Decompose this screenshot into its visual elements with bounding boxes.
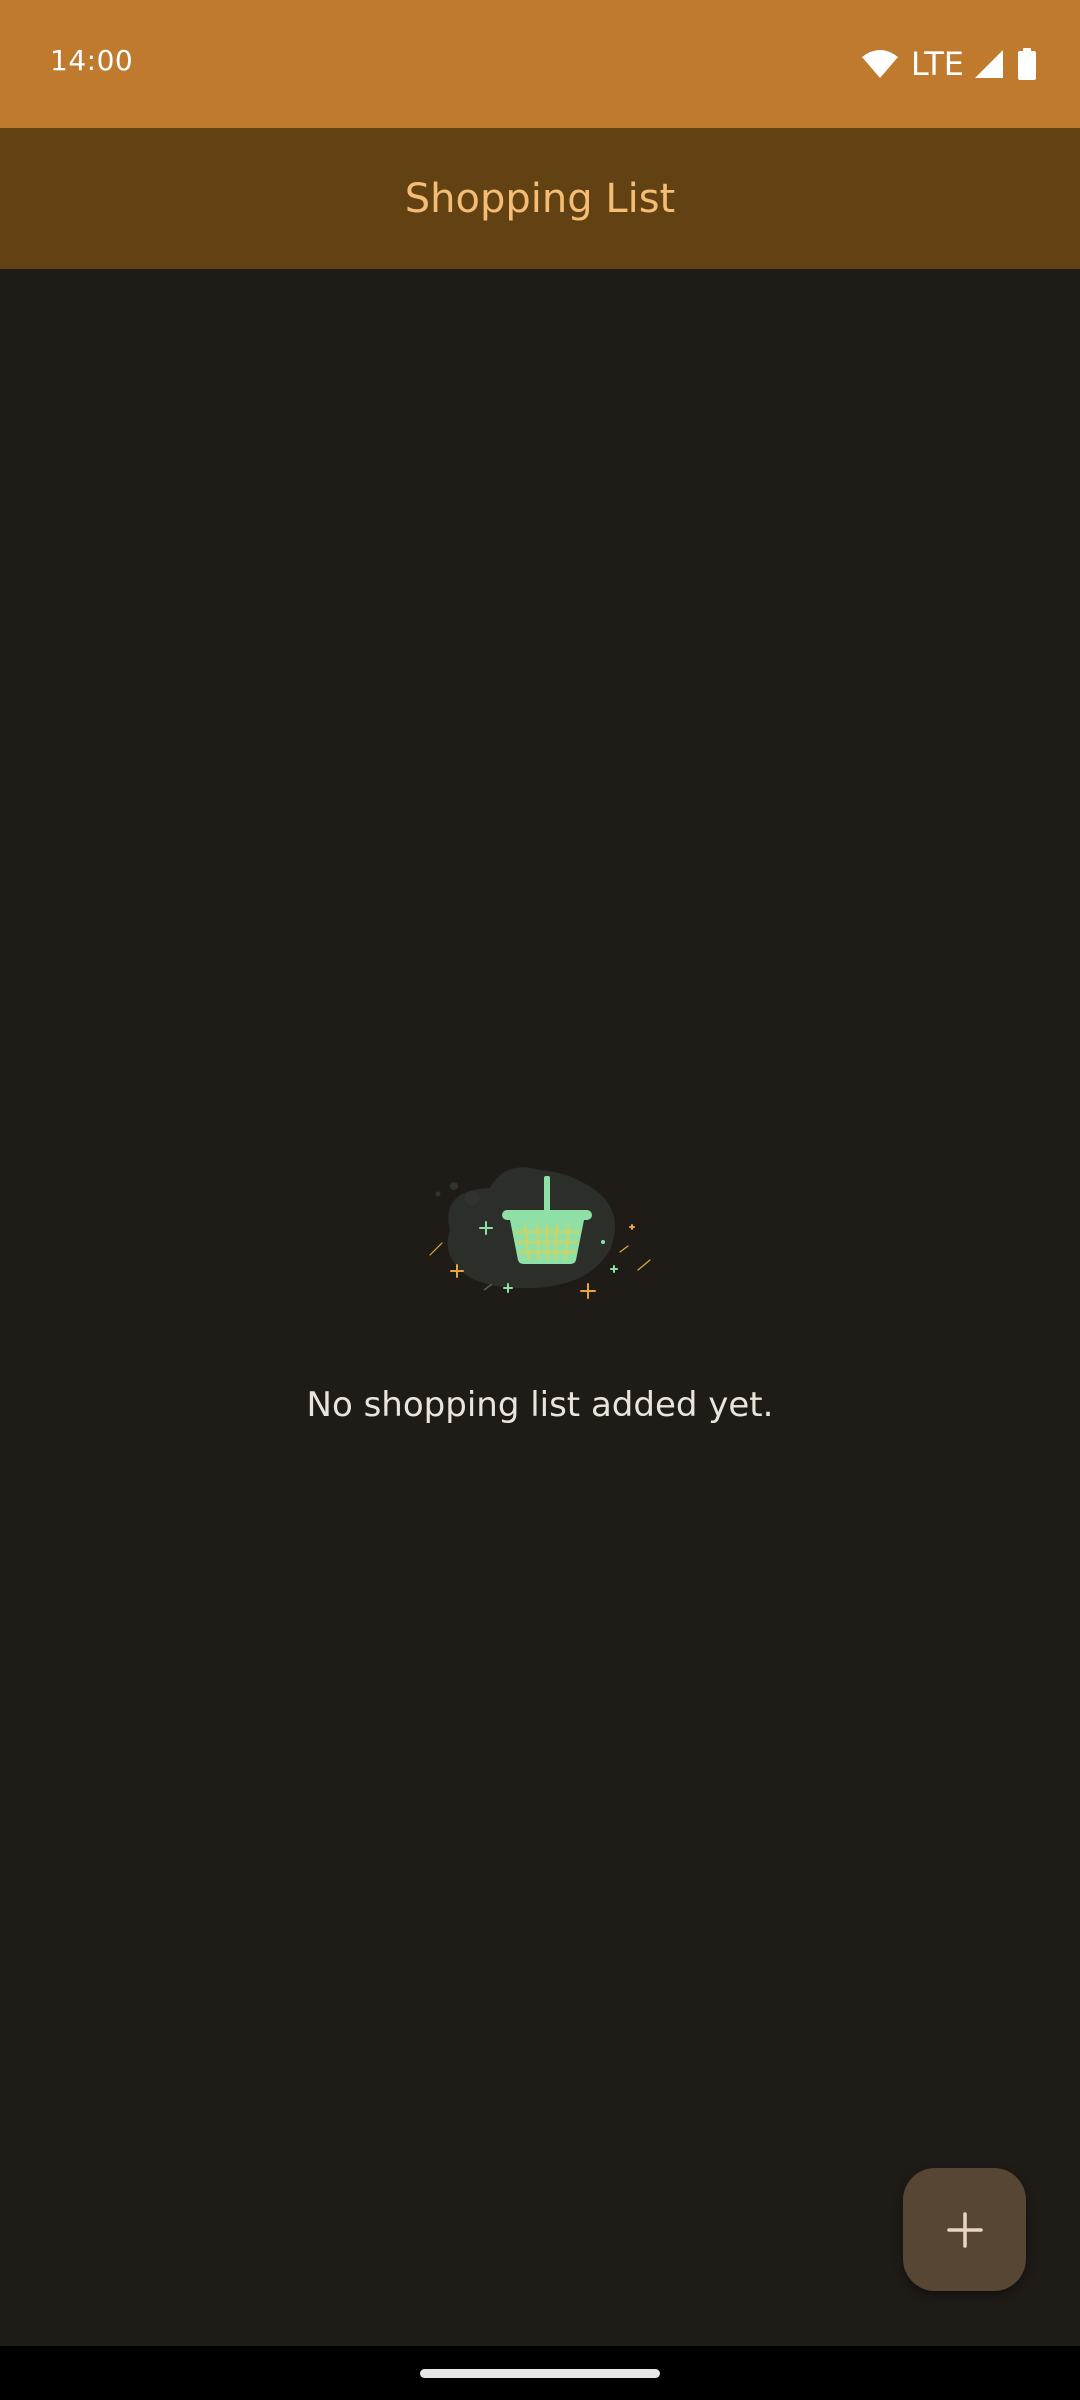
screen: 14:00 LTE Shopping List No shopping list… (0, 0, 1080, 2400)
status-bar: 14:00 LTE (0, 0, 1080, 128)
battery-icon (1018, 48, 1036, 80)
network-type-label: LTE (910, 45, 964, 83)
status-time: 14:00 (50, 44, 134, 77)
add-shopping-list-button[interactable] (903, 2168, 1026, 2291)
empty-state-message: No shopping list added yet. (306, 1385, 774, 1425)
empty-state-illustration (420, 1160, 660, 1310)
status-icons: LTE (861, 44, 1036, 84)
navigation-bar (0, 2346, 1080, 2400)
wifi-icon (861, 49, 899, 79)
page-title: Shopping List (404, 175, 676, 222)
app-bar: Shopping List (0, 128, 1080, 269)
plus-icon (946, 2211, 983, 2248)
gesture-handle[interactable] (420, 2369, 660, 2378)
cell-signal-icon (974, 49, 1004, 79)
